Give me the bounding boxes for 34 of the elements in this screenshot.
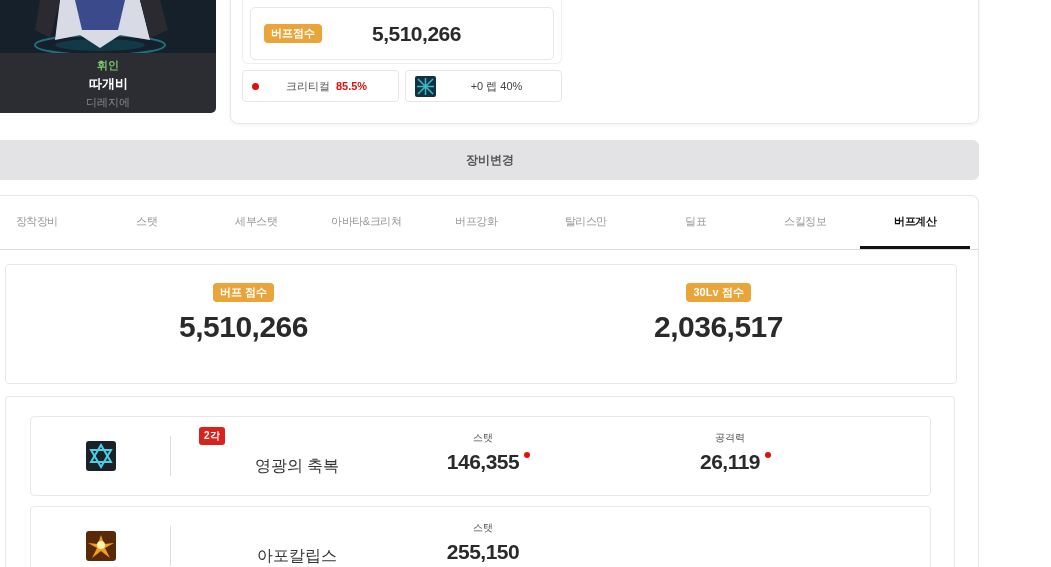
score-value: 5,510,266 xyxy=(372,21,461,46)
item-icon xyxy=(415,75,436,97)
stat-label: 스탯 xyxy=(473,430,493,445)
status-dot xyxy=(252,82,259,90)
tab[interactable]: 버프강화 xyxy=(421,196,531,249)
score-badge: 30Lv 점수 xyxy=(686,283,751,302)
critical-value: 85.5% xyxy=(335,80,368,92)
tab[interactable]: 세부스탯 xyxy=(201,196,312,249)
stat-value: 26,119 xyxy=(699,449,761,473)
tab[interactable]: 아바타&크리쳐 xyxy=(311,196,422,249)
skill-tag: 2각 xyxy=(199,426,225,445)
change-equipment-button[interactable]: 장비변경 xyxy=(0,140,979,180)
tab[interactable]: 장착장비 xyxy=(0,196,92,249)
character-name: 따개비 xyxy=(88,75,128,93)
burst-icon xyxy=(85,531,116,561)
item-text: +0 렙 40% xyxy=(470,78,523,94)
skill-name: 영광의 축복 xyxy=(254,455,340,476)
character-class: 휘인 xyxy=(97,58,119,73)
score-badge: 버프점수 xyxy=(264,24,322,43)
tab[interactable]: 버프계산 xyxy=(860,196,971,249)
tab[interactable]: 탈리스만 xyxy=(530,196,641,249)
tab[interactable]: 스탯 xyxy=(91,196,202,249)
score-value: 5,510,266 xyxy=(179,310,308,344)
stat-label: 공격력 xyxy=(715,430,745,445)
stat-label: 스탯 xyxy=(473,520,493,535)
tab[interactable]: 스킬정보 xyxy=(750,196,861,249)
score-badge: 버프 점수 xyxy=(212,283,275,302)
skill-name: 아포칼립스 xyxy=(257,545,337,566)
stat-value: 146,355 xyxy=(446,449,520,473)
stat-value: 255,150 xyxy=(446,539,520,563)
server-name: 디레지에 xyxy=(86,95,130,110)
tab[interactable]: 딜표 xyxy=(640,196,751,249)
critical-label: 크리티컬 xyxy=(285,78,330,94)
score-value: 2,036,517 xyxy=(654,310,783,344)
